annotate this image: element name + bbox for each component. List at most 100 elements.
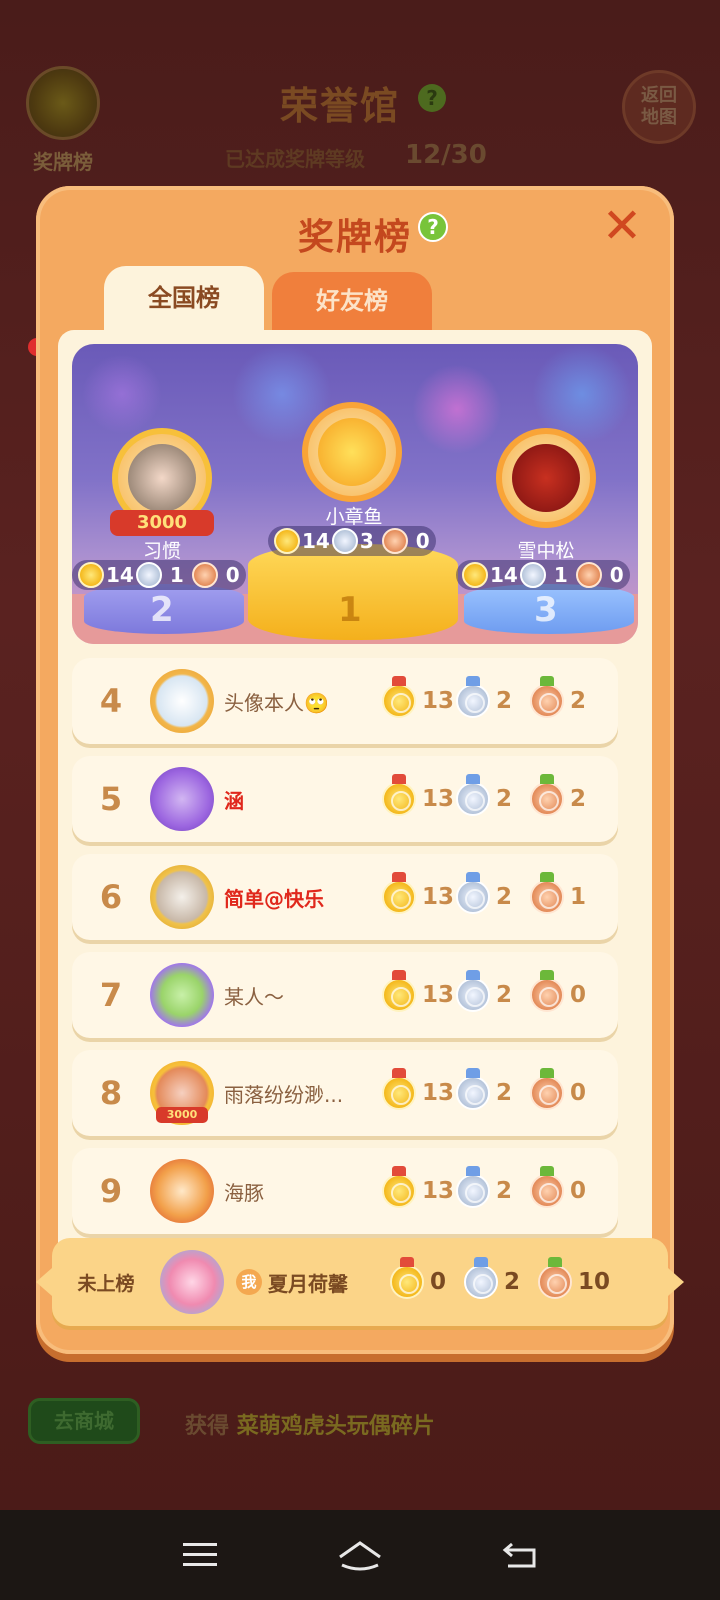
bronze-medal-icon [530,1068,564,1110]
third-place-medals: 14 1 0 [456,560,630,590]
silver-medal-icon [456,1068,490,1110]
silver-count: 3 [359,529,374,553]
reward-prefix: 获得 [185,1414,230,1439]
gold-medal-icon [382,1068,416,1110]
rank-number: 6 [99,878,123,916]
leaderboard-panel: 2 1 3 小章鱼 14 3 0 3000 习惯 14 1 0 雪中松 14 1… [58,330,652,1330]
dialog-title: 奖牌榜 [297,217,412,258]
podium-scene: 2 1 3 小章鱼 14 3 0 3000 习惯 14 1 0 雪中松 14 1… [72,344,638,644]
system-navigation-bar [0,1510,720,1600]
user-avatar [150,963,214,1027]
close-button[interactable]: ✕ [600,202,644,250]
silver-count: 2 [496,688,513,714]
hall-title: 荣誉馆 [280,84,401,128]
pedestal-second: 2 [84,584,244,634]
medal-counts: 13 2 2 [382,774,604,816]
user-name: 海豚 [224,1180,264,1205]
bronze-medal-icon [575,562,602,588]
tab-friends[interactable]: 好友榜 [272,272,432,330]
hall-help-icon[interactable]: ? [418,84,446,112]
second-place-name: 习惯 [142,540,181,562]
pedestal-third: 3 [464,584,634,634]
third-place-avatar[interactable] [496,428,596,528]
silver-medal-icon [331,528,358,554]
gold-count: 13 [422,982,455,1008]
pedestal-first: 1 [248,544,458,640]
rank-number: 8 [99,1074,123,1112]
user-avatar [150,669,214,733]
sun-avatar-icon [318,418,386,486]
bronze-count: 2 [570,786,587,812]
first-place-avatar[interactable] [302,402,402,502]
silver-count: 2 [496,1178,513,1204]
gold-count: 0 [430,1269,447,1295]
silver-count: 2 [496,786,513,812]
bronze-count: 0 [570,982,587,1008]
firework-decoration [82,354,162,434]
help-icon[interactable]: ? [418,212,448,242]
rank-number: 7 [99,976,123,1014]
home-icon[interactable] [330,1530,390,1580]
bronze-medal-icon [530,970,564,1012]
gold-medal-icon [382,872,416,914]
medal-counts: 13 2 1 [382,872,604,914]
bronze-medal-icon [530,676,564,718]
gold-medal-icon [382,1166,416,1208]
gold-medal-icon [382,676,416,718]
self-rank-label: 未上榜 [77,1272,135,1295]
reward-text: 获得 菜萌鸡虎头玩偶碎片 [185,1408,435,1440]
silver-count: 2 [496,1080,513,1106]
go-to-shop-button[interactable]: 去商城 [28,1398,140,1444]
self-avatar [160,1250,224,1314]
silver-medal-icon [464,1257,498,1299]
back-to-map-label: 返回 地图 [641,85,677,128]
gold-count: 14 [302,529,330,553]
tab-national[interactable]: 全国榜 [104,266,264,330]
gold-count: 13 [422,1178,455,1204]
back-to-map-button[interactable]: 返回 地图 [622,70,696,144]
user-avatar [150,865,214,929]
list-item[interactable]: 5 涵 13 2 2 [72,756,618,842]
silver-medal-icon [519,562,546,588]
list-item[interactable]: 8 3000 雨落纷纷渺... 13 2 0 [72,1050,618,1136]
menu-icon[interactable] [170,1530,230,1580]
user-name: 简单@快乐 [224,886,324,911]
silver-count: 2 [496,982,513,1008]
gold-medal-icon [462,562,488,588]
silver-count: 1 [169,563,184,587]
me-badge: 我 [236,1269,262,1295]
first-place-medals: 14 3 0 [268,526,436,556]
silver-count: 2 [504,1269,521,1295]
silver-medal-icon [456,872,490,914]
pedestal-rank-number: 3 [534,590,558,630]
gold-count: 13 [422,884,455,910]
list-item[interactable]: 7 某人～ 13 2 0 [72,952,618,1038]
list-item[interactable]: 9 海豚 13 2 0 [72,1148,618,1234]
user-name: 头像本人🙄 [224,690,329,715]
gold-medal-icon [382,774,416,816]
gold-medal-icon [382,970,416,1012]
back-icon[interactable] [490,1530,550,1580]
bronze-count: 10 [578,1269,611,1295]
bronze-count: 0 [609,563,624,587]
score-badge: 3000 [156,1107,208,1123]
list-item[interactable]: 6 简单@快乐 13 2 1 [72,854,618,940]
user-name: 涵 [224,788,244,813]
rank-number: 9 [99,1172,123,1210]
first-place-name: 小章鱼 [325,506,383,528]
reward-item: 菜萌鸡虎头玩偶碎片 [236,1414,435,1439]
medal-board-entry-button[interactable]: 奖牌榜 [18,66,108,176]
rank-number: 5 [99,780,123,818]
current-user-rank-bar[interactable]: 未上榜 我 夏月荷馨 0 2 10 [36,1238,684,1326]
list-item[interactable]: 4 头像本人🙄 13 2 2 [72,658,618,744]
self-medal-counts: 0 2 10 [390,1257,612,1299]
bronze-count: 0 [415,529,430,553]
silver-medal-icon [456,1166,490,1208]
bronze-medal-icon [530,1166,564,1208]
gold-medal-icon [274,528,300,554]
bronze-count: 0 [570,1080,587,1106]
gold-count: 13 [422,786,455,812]
bronze-medal-icon [191,562,218,588]
bronze-count: 0 [225,563,240,587]
left-arrow-decoration [36,1268,52,1296]
